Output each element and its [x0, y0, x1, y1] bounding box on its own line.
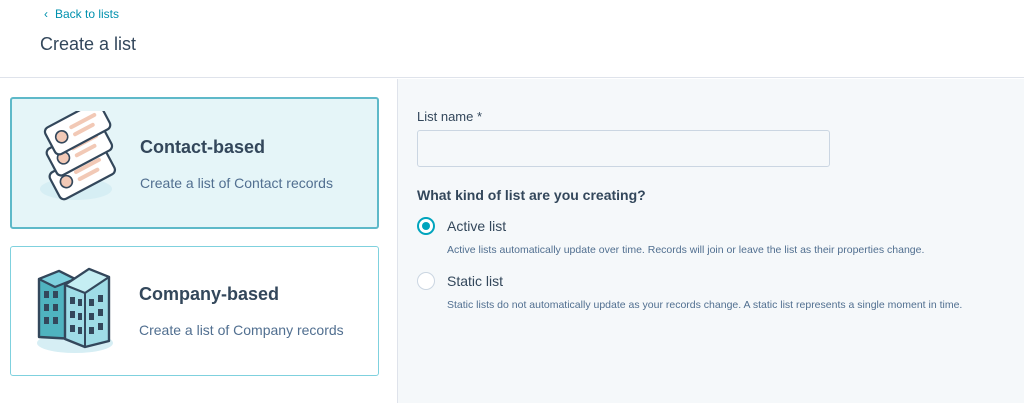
card-description: Create a list of Contact records [140, 175, 333, 191]
card-title: Company-based [139, 284, 280, 304]
list-settings-pane: List name * What kind of list are you cr… [398, 79, 1024, 403]
back-link-label: Back to lists [55, 7, 120, 21]
active-list-option[interactable]: Active list [417, 217, 506, 235]
company-based-card[interactable]: Company-based Create a list of Company r… [10, 246, 379, 376]
static-list-option[interactable]: Static list [417, 272, 503, 290]
chevron-left-icon: ‹ [44, 7, 48, 21]
card-description: Create a list of Company records [139, 322, 344, 338]
office-building-icon [37, 267, 113, 353]
list-name-input[interactable] [417, 130, 830, 167]
active-list-help: Active lists automatically update over t… [447, 244, 925, 256]
back-to-lists-link[interactable]: ‹ Back to lists [44, 7, 119, 21]
static-list-help: Static lists do not automatically update… [447, 299, 963, 311]
contact-cards-icon [40, 111, 117, 201]
radio-label: Static list [447, 273, 504, 289]
contact-based-card[interactable]: Contact-based Create a list of Contact r… [10, 97, 379, 229]
page-title: Create a list [40, 34, 137, 54]
page-header: ‹ Back to lists Create a list [0, 0, 1024, 78]
object-type-pane: Contact-based Create a list of Contact r… [0, 79, 397, 403]
list-name-label: List name * [417, 109, 483, 124]
static-list-radio[interactable] [417, 272, 435, 290]
list-type-question: What kind of list are you creating? [417, 187, 646, 203]
radio-label: Active list [447, 218, 507, 234]
card-title: Contact-based [140, 137, 266, 157]
active-list-radio[interactable] [417, 217, 435, 235]
